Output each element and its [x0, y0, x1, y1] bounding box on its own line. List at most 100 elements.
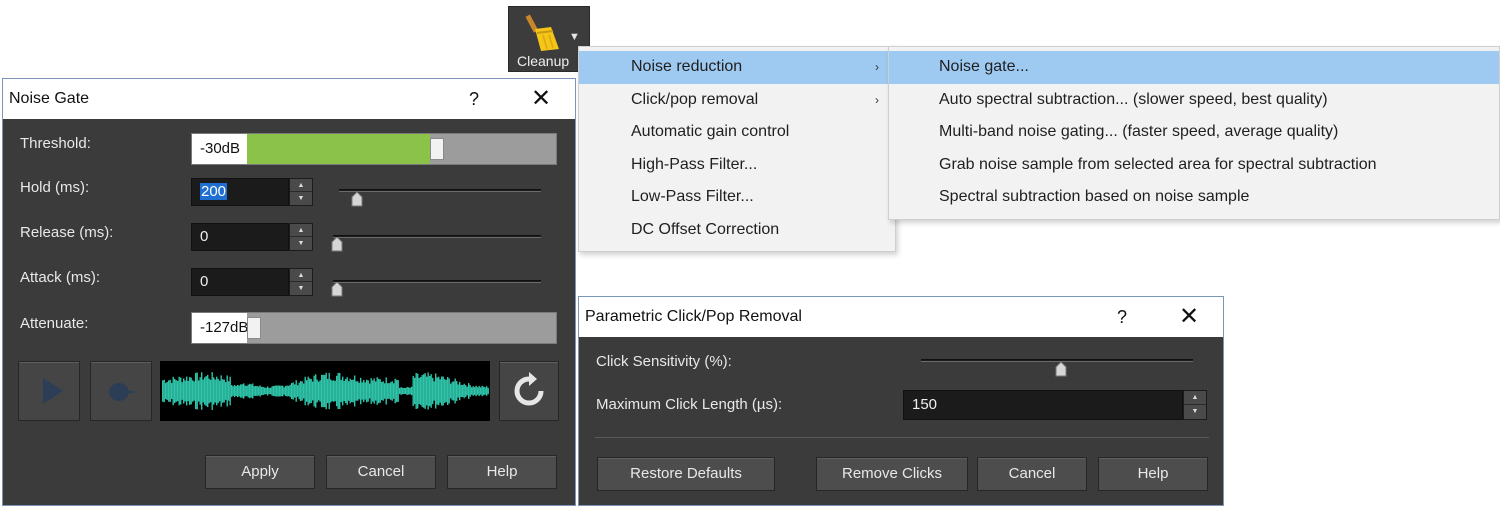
remove-clicks-button[interactable]: Remove Clicks — [816, 457, 968, 491]
waveform-bar — [372, 380, 374, 402]
menu-item-auto-spectral-subtraction[interactable]: Auto spectral subtraction... (slower spe… — [889, 84, 1499, 117]
waveform-bar — [340, 379, 342, 403]
spin-up-icon[interactable]: ▲ — [290, 179, 312, 192]
menu-item-label: Automatic gain control — [631, 123, 790, 141]
hold-slider-track[interactable] — [339, 189, 541, 192]
attack-value: 0 — [200, 273, 209, 290]
menu-item-multi-band-noise-gating[interactable]: Multi-band noise gating... (faster speed… — [889, 116, 1499, 149]
waveform-bar — [361, 382, 363, 400]
menu-item-high-pass-filter[interactable]: High-Pass Filter... — [579, 149, 895, 182]
spin-up-icon[interactable]: ▲ — [1184, 391, 1206, 405]
help-button[interactable]: Help — [1098, 457, 1208, 491]
attenuate-meter[interactable]: -127dB — [191, 312, 557, 344]
spin-down-icon[interactable]: ▼ — [290, 237, 312, 250]
restore-defaults-button[interactable]: Restore Defaults — [597, 457, 775, 491]
menu-item-automatic-gain-control[interactable]: Automatic gain control — [579, 116, 895, 149]
waveform-bar — [393, 383, 395, 399]
waveform-bar — [337, 372, 339, 410]
chevron-down-icon[interactable]: ▼ — [569, 31, 580, 43]
attack-input[interactable]: 0 — [191, 268, 289, 296]
close-icon[interactable]: ✕ — [531, 79, 551, 119]
waveform-bar — [232, 386, 234, 396]
waveform-display[interactable] — [160, 361, 490, 421]
waveform-bar — [273, 385, 275, 397]
hold-input[interactable]: 200 — [191, 178, 289, 206]
waveform-bar — [385, 377, 387, 405]
waveform-bar — [280, 385, 282, 397]
release-input[interactable]: 0 — [191, 223, 289, 251]
click-sensitivity-label: Click Sensitivity (%): — [596, 353, 732, 370]
cancel-button[interactable]: Cancel — [977, 457, 1087, 491]
waveform-bar — [483, 386, 485, 396]
waveform-bar — [244, 385, 246, 397]
cancel-button[interactable]: Cancel — [326, 455, 436, 489]
waveform-bar — [201, 372, 203, 410]
attack-spinner[interactable]: ▲ ▼ — [289, 268, 313, 296]
waveform-bar — [336, 375, 338, 407]
record-button[interactable] — [90, 361, 152, 421]
threshold-handle[interactable] — [429, 138, 444, 160]
threshold-meter[interactable]: -30dB — [191, 133, 557, 165]
waveform-bar — [355, 381, 357, 401]
help-button[interactable]: Help — [447, 455, 557, 489]
help-icon[interactable]: ? — [469, 79, 479, 119]
attenuate-handle[interactable] — [247, 317, 261, 339]
hold-spinner[interactable]: ▲ ▼ — [289, 178, 313, 206]
waveform-bar — [469, 385, 471, 397]
apply-button[interactable]: Apply — [205, 455, 315, 489]
waveform-bar — [300, 380, 302, 402]
spin-down-icon[interactable]: ▼ — [290, 192, 312, 205]
waveform-bar — [423, 374, 425, 408]
attack-slider-track[interactable] — [333, 280, 541, 283]
menu-item-grab-noise-sample[interactable]: Grab noise sample from selected area for… — [889, 149, 1499, 182]
waveform-bar — [228, 381, 230, 401]
waveform-bar — [465, 385, 467, 397]
close-icon[interactable]: ✕ — [1179, 297, 1199, 337]
reset-button[interactable] — [499, 361, 559, 421]
waveform-bar — [477, 387, 479, 395]
waveform-bar — [225, 382, 227, 400]
waveform-bar — [444, 379, 446, 403]
spin-up-icon[interactable]: ▲ — [290, 224, 312, 237]
max-click-length-input[interactable]: 150 — [903, 390, 1183, 420]
waveform-bar — [286, 385, 288, 397]
waveform-bar — [397, 380, 399, 402]
spin-down-icon[interactable]: ▼ — [1184, 405, 1206, 419]
waveform-bar — [282, 385, 284, 397]
menu-item-low-pass-filter[interactable]: Low-Pass Filter... — [579, 181, 895, 214]
threshold-fill — [247, 134, 430, 164]
menu-item-noise-reduction[interactable]: Noise reduction › — [579, 51, 895, 84]
waveform-bar — [199, 377, 201, 405]
waveform-bar — [219, 380, 221, 402]
menu-item-label: Multi-band noise gating... (faster speed… — [939, 123, 1339, 141]
attack-slider-thumb[interactable] — [331, 282, 343, 297]
spin-up-icon[interactable]: ▲ — [290, 269, 312, 282]
release-slider-thumb[interactable] — [331, 237, 343, 252]
waveform-bar — [204, 377, 206, 405]
menu-item-click-pop-removal[interactable]: Click/pop removal › — [579, 84, 895, 117]
spin-down-icon[interactable]: ▼ — [290, 282, 312, 295]
waveform-bar — [384, 383, 386, 399]
play-button[interactable] — [18, 361, 80, 421]
max-click-length-spinner[interactable]: ▲ ▼ — [1183, 390, 1207, 420]
release-spinner[interactable]: ▲ ▼ — [289, 223, 313, 251]
menu-item-noise-gate[interactable]: Noise gate... — [889, 51, 1499, 84]
sensitivity-slider-thumb[interactable] — [1055, 362, 1067, 377]
waveform-bar — [210, 379, 212, 403]
release-slider-track[interactable] — [333, 235, 541, 238]
waveform-bar — [351, 380, 353, 402]
waveform-bar — [378, 378, 380, 404]
waveform-bar — [315, 374, 317, 408]
waveform-bar — [217, 378, 219, 404]
divider — [595, 437, 1209, 438]
help-icon[interactable]: ? — [1117, 297, 1127, 337]
max-click-length-value: 150 — [912, 396, 938, 413]
menu-item-spectral-subtraction-sample[interactable]: Spectral subtraction based on noise samp… — [889, 181, 1499, 214]
hold-slider-thumb[interactable] — [351, 192, 363, 207]
waveform-bar — [415, 373, 417, 409]
waveform-bar — [292, 382, 294, 400]
waveform-bar — [214, 379, 216, 403]
waveform-bar — [207, 374, 209, 408]
menu-item-dc-offset-correction[interactable]: DC Offset Correction — [579, 214, 895, 247]
waveform-bar — [298, 382, 300, 400]
